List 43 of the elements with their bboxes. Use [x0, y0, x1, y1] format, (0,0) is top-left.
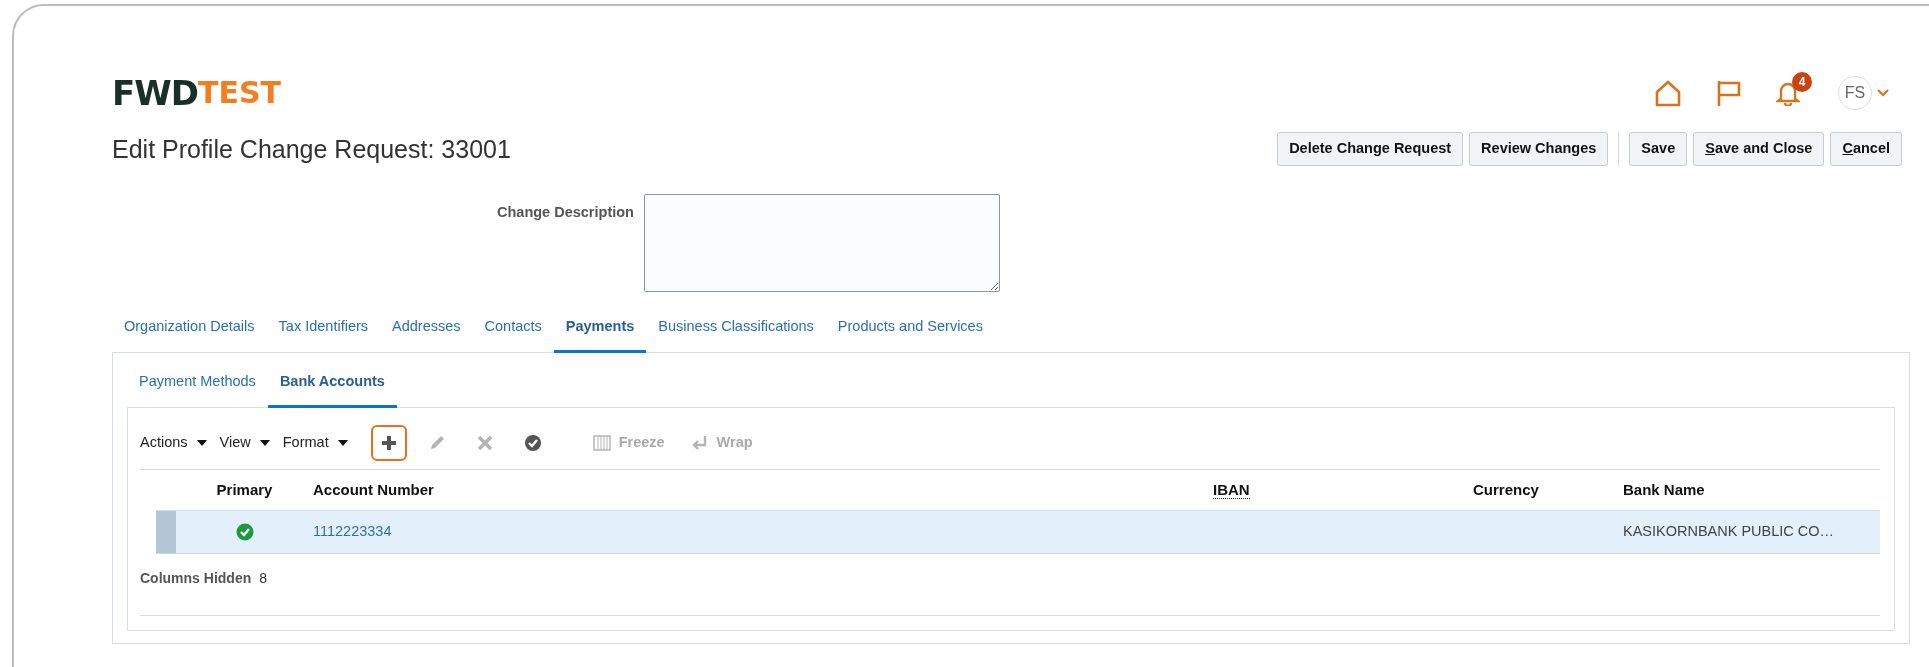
tab[interactable]: Products and Services	[825, 306, 995, 353]
wrap-icon	[690, 435, 709, 451]
account-link[interactable]: 1112223334	[313, 523, 392, 539]
table-cell: KASIKORNBANK PUBLIC CO…	[1623, 523, 1835, 539]
column-header[interactable]: Currency	[1473, 480, 1539, 498]
tab[interactable]: Business Classifications	[646, 306, 826, 353]
check-circle-icon	[522, 433, 543, 453]
column-header[interactable]: IBAN	[1213, 480, 1250, 499]
field-label: Change Description	[497, 203, 634, 222]
column-header[interactable]: Bank Name	[1623, 480, 1705, 498]
tab[interactable]: Addresses	[380, 306, 473, 353]
tab[interactable]: Payments	[553, 306, 647, 353]
tab[interactable]: Payment Methods	[127, 360, 268, 408]
action-button[interactable]: Save and Close	[1693, 132, 1825, 166]
columns-icon	[592, 435, 611, 451]
tab[interactable]: Organization Details	[112, 306, 267, 353]
action-button[interactable]: Review Changes	[1469, 132, 1609, 166]
tab[interactable]: Contacts	[472, 306, 554, 353]
column-header[interactable]: Primary	[216, 480, 273, 498]
menu-button[interactable]: Actions	[140, 432, 208, 454]
action-button[interactable]: Delete Change Request	[1277, 132, 1464, 166]
column-header[interactable]: Account Number	[313, 480, 434, 498]
table-row[interactable]: 1112223334 KASIKORNBANK PUBLIC CO…	[156, 511, 1880, 554]
notification-count: 4	[1792, 72, 1812, 92]
footer-value: 8	[259, 568, 268, 588]
home-icon[interactable]	[1654, 79, 1682, 107]
action-button[interactable]: Save	[1629, 132, 1688, 166]
caret-icon	[258, 439, 271, 447]
bell-icon[interactable]	[1776, 80, 1800, 106]
menu-button[interactable]: Format	[282, 432, 349, 454]
page-title: Edit Profile Change Request: 33001	[112, 134, 511, 164]
chevron-down-icon[interactable]	[1876, 88, 1890, 98]
logo: FWDTEST	[112, 76, 281, 110]
caret-icon	[336, 439, 349, 447]
tab[interactable]: Bank Accounts	[267, 360, 397, 408]
caret-icon	[195, 439, 208, 447]
footer-label: Columns Hidden	[140, 568, 252, 588]
action-button[interactable]: Cancel	[1830, 132, 1902, 166]
flag-icon[interactable]	[1716, 79, 1742, 107]
add-button[interactable]	[370, 425, 407, 461]
description-field[interactable]	[643, 194, 1000, 292]
menu-button[interactable]: View	[219, 432, 271, 454]
tab[interactable]: Tax Identifiers	[266, 306, 381, 353]
